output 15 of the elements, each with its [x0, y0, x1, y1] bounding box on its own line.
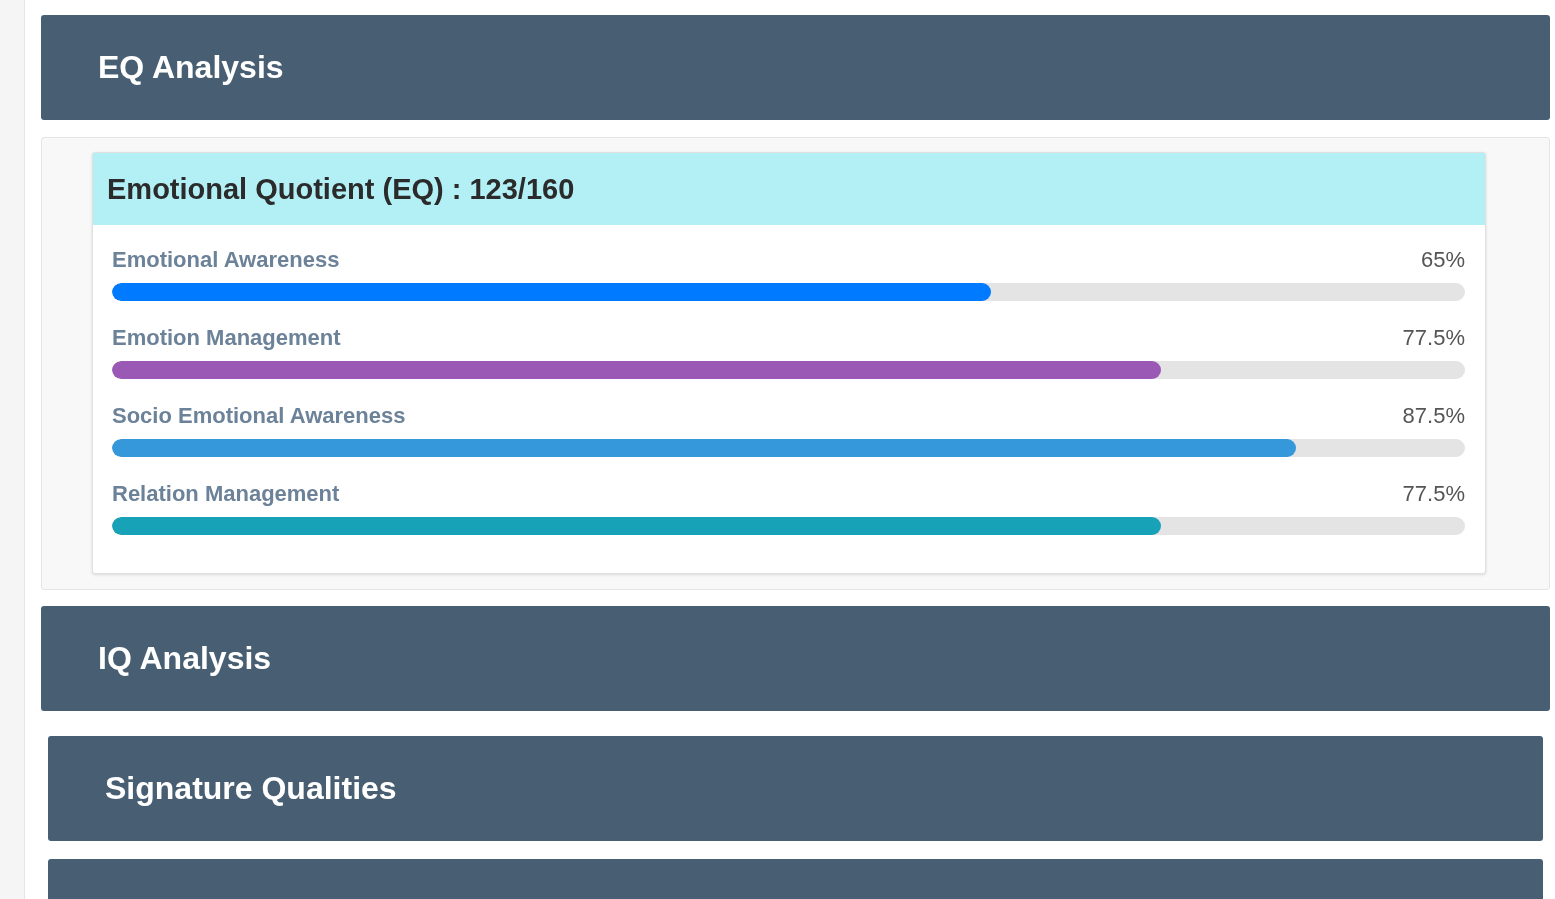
metric-percentage: 65% [1420, 247, 1465, 273]
section-header[interactable]: EQ Analysis [41, 15, 1550, 120]
metric-percentage: 87.5% [1402, 403, 1465, 429]
section-header[interactable]: IQ Analysis [41, 606, 1550, 711]
metric-label: Relation Management [112, 481, 340, 507]
metric-label: Emotional Awareness [112, 247, 340, 273]
section-title: EQ Analysis [98, 49, 284, 86]
card-title: Emotional Quotient (EQ) : 123/160 [107, 172, 575, 206]
section-header[interactable]: Signature Qualities [48, 736, 1543, 841]
section-title: Signature Qualities [105, 770, 397, 807]
metric-label: Emotion Management [112, 325, 341, 351]
section-title: IQ Analysis [98, 640, 272, 677]
metric-percentage: 77.5% [1402, 481, 1465, 507]
metric-percentage: 77.5% [1402, 325, 1465, 351]
metric-label: Socio Emotional Awareness [112, 403, 406, 429]
